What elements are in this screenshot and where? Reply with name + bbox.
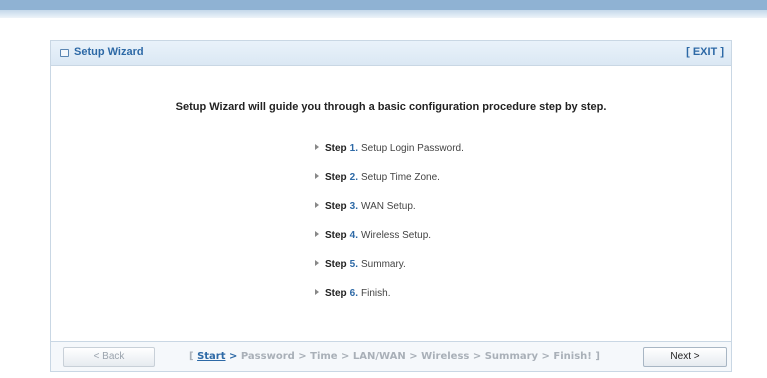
step-number: 3. bbox=[349, 201, 359, 212]
step-number: 4. bbox=[349, 230, 359, 241]
top-banner bbox=[0, 0, 767, 18]
breadcrumb-remaining-steps: Password > Time > LAN/WAN > Wireless > S… bbox=[240, 351, 600, 362]
list-item: Step 1. Setup Login Password. bbox=[315, 143, 464, 172]
triangle-right-icon bbox=[315, 144, 319, 150]
step-text: Wireless Setup. bbox=[361, 230, 432, 241]
progress-breadcrumb: [ Start > Password > Time > LAN/WAN > Wi… bbox=[189, 351, 600, 362]
list-item: Step 2. Setup Time Zone. bbox=[315, 172, 464, 201]
triangle-right-icon bbox=[315, 231, 319, 237]
step-word: Step bbox=[325, 201, 347, 212]
step-number: 1. bbox=[349, 143, 359, 154]
back-button[interactable]: < Back bbox=[63, 347, 155, 367]
breadcrumb-separator: > bbox=[229, 351, 238, 362]
step-word: Step bbox=[325, 288, 347, 299]
breadcrumb-open: [ bbox=[189, 351, 194, 362]
wizard-footer: < Back [ Start > Password > Time > LAN/W… bbox=[51, 342, 731, 371]
panel-header: Setup Wizard [ EXIT ] bbox=[51, 41, 731, 66]
step-word: Step bbox=[325, 230, 347, 241]
step-number: 5. bbox=[349, 259, 359, 270]
triangle-right-icon bbox=[315, 173, 319, 179]
step-text: Summary. bbox=[361, 259, 406, 270]
step-text: Setup Time Zone. bbox=[361, 172, 440, 183]
step-number: 6. bbox=[349, 288, 359, 299]
list-item: Step 4. Wireless Setup. bbox=[315, 230, 464, 259]
step-text: WAN Setup. bbox=[361, 201, 416, 212]
list-item: Step 3. WAN Setup. bbox=[315, 201, 464, 230]
window-icon bbox=[60, 49, 69, 57]
step-word: Step bbox=[325, 172, 347, 183]
list-item: Step 5. Summary. bbox=[315, 259, 464, 288]
step-text: Finish. bbox=[361, 288, 391, 299]
triangle-right-icon bbox=[315, 260, 319, 266]
step-word: Step bbox=[325, 143, 347, 154]
triangle-right-icon bbox=[315, 202, 319, 208]
intro-text: Setup Wizard will guide you through a ba… bbox=[175, 101, 607, 113]
setup-wizard-panel: Setup Wizard [ EXIT ] Setup Wizard will … bbox=[50, 40, 732, 372]
panel-title: Setup Wizard bbox=[74, 46, 144, 58]
step-text: Setup Login Password. bbox=[361, 143, 464, 154]
list-item: Step 6. Finish. bbox=[315, 288, 464, 317]
next-button[interactable]: Next > bbox=[643, 347, 727, 367]
step-number: 2. bbox=[349, 172, 359, 183]
exit-link[interactable]: [ EXIT ] bbox=[686, 46, 724, 58]
step-word: Step bbox=[325, 259, 347, 270]
step-list: Step 1. Setup Login Password. Step 2. Setup … bbox=[315, 143, 464, 317]
triangle-right-icon bbox=[315, 289, 319, 295]
breadcrumb-current-start: Start bbox=[197, 351, 226, 362]
